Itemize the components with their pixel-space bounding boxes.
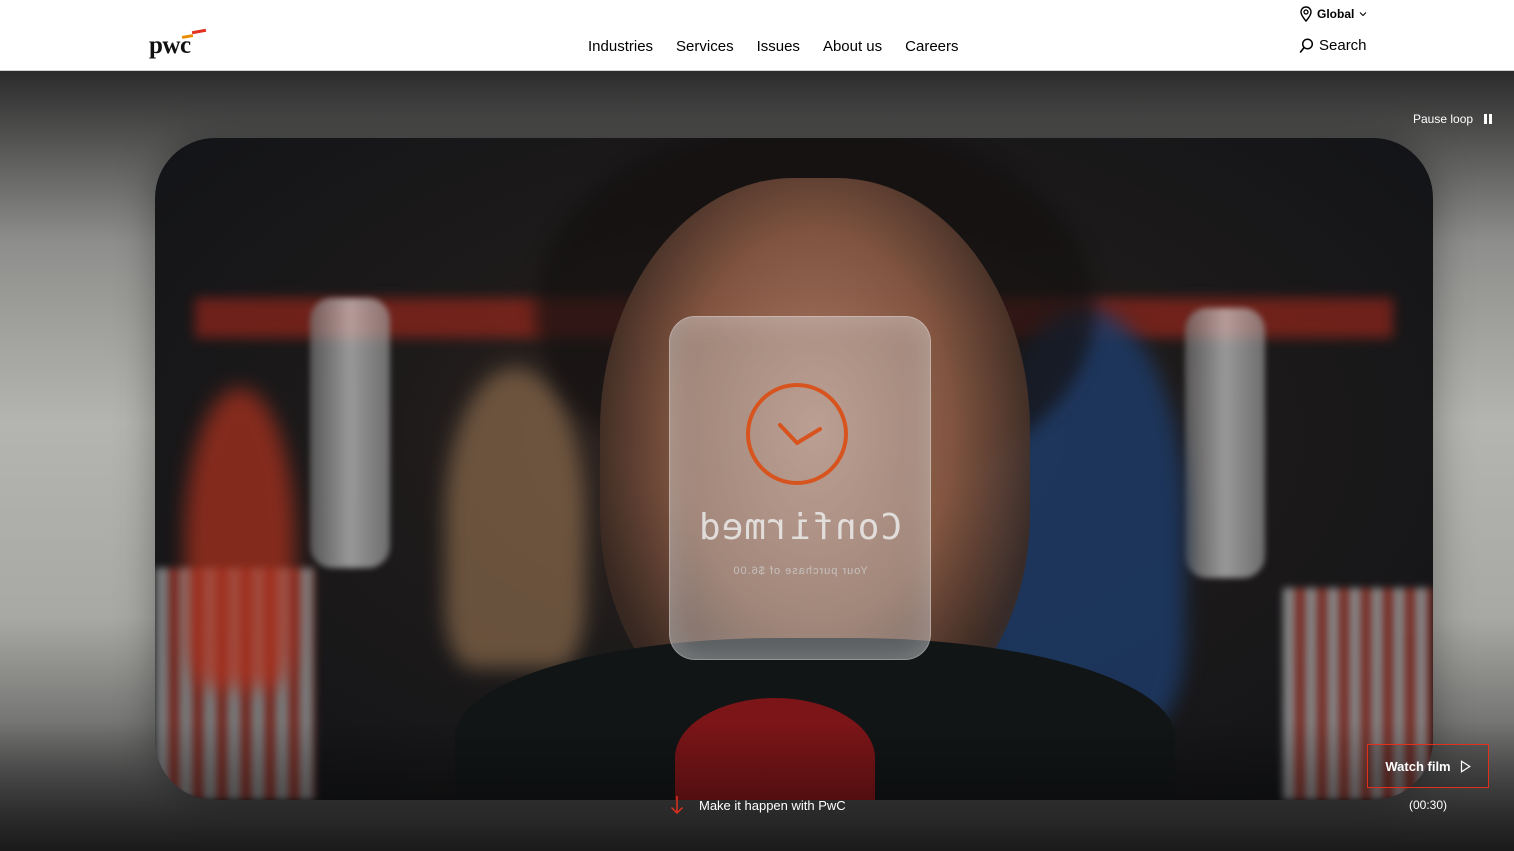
confirmation-card: Confirmed Your purchase of $6.00: [669, 316, 931, 660]
hero-video[interactable]: Confirmed Your purchase of $6.00: [155, 138, 1433, 800]
chevron-down-icon: [1359, 12, 1367, 17]
scroll-cue[interactable]: Make it happen with PwC: [670, 795, 846, 815]
search-button[interactable]: Search: [1299, 37, 1367, 54]
nav-item-services[interactable]: Services: [676, 38, 734, 55]
confirmation-subtitle: Your purchase of $6.00: [732, 565, 868, 577]
main-nav: Industries Services Issues About us Care…: [588, 38, 959, 55]
region-selector[interactable]: Global: [1300, 6, 1367, 22]
kiosk-left: [310, 298, 390, 568]
bottom-gradient: [0, 721, 1514, 851]
nav-item-issues[interactable]: Issues: [757, 38, 800, 55]
confirmation-title: Confirmed: [697, 507, 903, 548]
arrow-down-icon: [670, 796, 684, 815]
nav-item-industries[interactable]: Industries: [588, 38, 653, 55]
nav-item-careers[interactable]: Careers: [905, 38, 958, 55]
logo-accent-red: [191, 28, 207, 35]
shopper-left: [185, 388, 295, 688]
search-label: Search: [1319, 37, 1367, 54]
play-icon: [1460, 759, 1471, 773]
site-header: pwc Industries Services Issues About us …: [0, 0, 1514, 71]
watch-film-label: Watch film: [1385, 758, 1451, 774]
nav-item-about-us[interactable]: About us: [823, 38, 882, 55]
logo-wordmark: pwc: [149, 32, 191, 59]
scroll-cue-label: Make it happen with PwC: [699, 797, 846, 813]
location-pin-icon: [1300, 6, 1312, 22]
kiosk-right: [1185, 308, 1265, 578]
film-duration: (00:30): [1409, 798, 1448, 812]
shopper-blonde: [445, 368, 585, 668]
pwc-logo[interactable]: pwc: [149, 28, 209, 61]
watch-film-button[interactable]: Watch film: [1367, 744, 1489, 788]
pause-icon: [1484, 114, 1493, 124]
pause-loop-button[interactable]: Pause loop: [1413, 112, 1493, 126]
confirm-check-icon: [746, 383, 848, 485]
search-icon: [1299, 37, 1314, 53]
hero-section: Confirmed Your purchase of $6.00 Pause l…: [0, 71, 1514, 851]
region-label: Global: [1317, 7, 1355, 21]
pause-loop-label: Pause loop: [1413, 112, 1474, 126]
